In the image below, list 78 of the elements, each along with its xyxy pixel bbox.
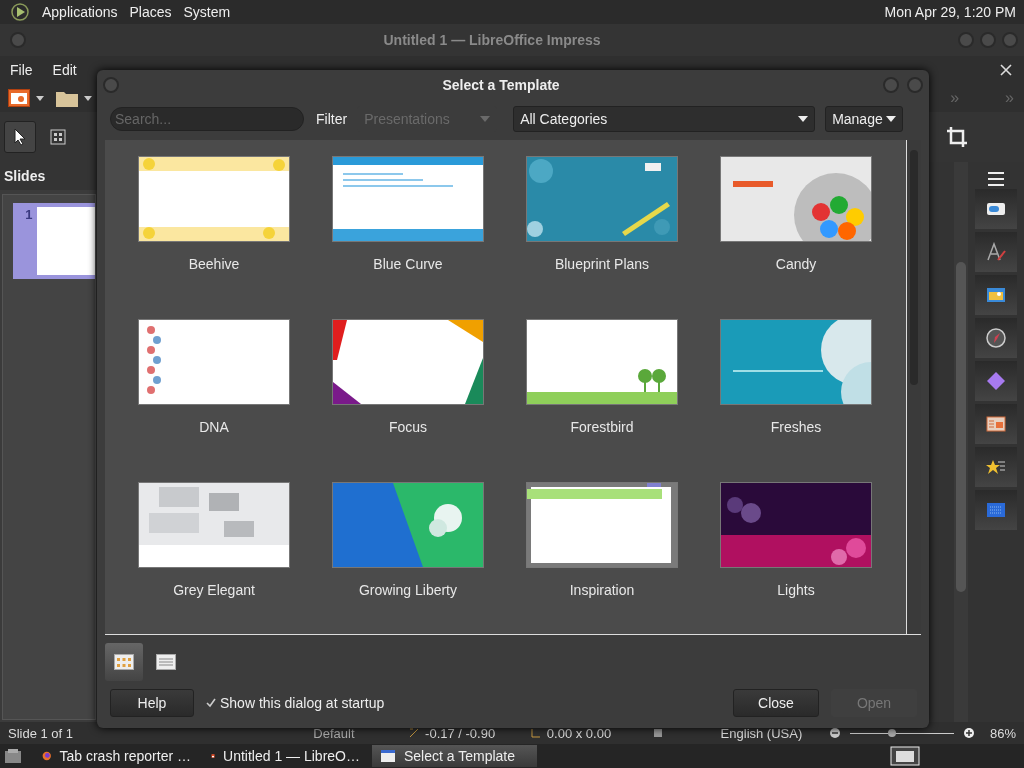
template-item[interactable]: Forestbird — [505, 319, 699, 443]
play-icon[interactable] — [10, 2, 30, 22]
template-item[interactable]: Grey Elegant — [117, 482, 311, 606]
window-icon — [380, 748, 396, 764]
template-item[interactable]: Freshes — [699, 319, 893, 443]
desktop-icon[interactable] — [4, 748, 22, 764]
panel-menu[interactable]: System — [183, 4, 231, 20]
template-item[interactable]: Blue Curve — [311, 156, 505, 280]
help-button[interactable]: Help — [110, 689, 194, 717]
language: English (USA) — [719, 725, 804, 741]
slide-layout-button[interactable] — [975, 404, 1017, 444]
slider-thumb[interactable] — [887, 728, 896, 737]
position-icon — [409, 728, 420, 738]
properties-button[interactable] — [975, 189, 1017, 229]
slide-icon — [986, 416, 1006, 432]
search-field[interactable]: Search... — [110, 107, 304, 131]
panel-menu[interactable]: Places — [129, 4, 172, 20]
taskbar-item[interactable]: Select a Template — [372, 745, 537, 767]
close-icon[interactable] — [1000, 64, 1012, 76]
diamond-icon — [986, 371, 1006, 391]
filter-label: Filter — [316, 111, 348, 127]
template-item[interactable]: Lights — [699, 482, 893, 606]
thumbnail-view-button[interactable] — [105, 643, 143, 681]
zoom-in-icon[interactable] — [964, 728, 974, 738]
slide-thumbnail[interactable]: 1 — [13, 203, 95, 279]
clock[interactable]: Mon Apr 29, 1:20 PM — [884, 4, 1016, 20]
object-size: 0.00 x 0.00 — [546, 725, 613, 741]
animation-button[interactable] — [975, 447, 1017, 487]
list-icon — [156, 654, 176, 670]
manage-button[interactable]: Manage — [825, 106, 904, 132]
pane-title: Slides — [0, 162, 98, 190]
menu-item[interactable]: Edit — [52, 62, 77, 78]
folder-icon[interactable] — [56, 89, 78, 107]
caret-icon[interactable] — [84, 95, 92, 101]
image-icon — [986, 287, 1006, 303]
caret-icon — [886, 116, 897, 122]
document-icon — [652, 728, 663, 738]
compass-button[interactable] — [975, 318, 1017, 358]
category-dropdown[interactable]: All Categories — [513, 106, 816, 132]
template-item[interactable]: Candy — [699, 156, 893, 280]
slide-counter: Slide 1 of 1 — [8, 725, 75, 741]
caret-icon — [480, 116, 491, 122]
template-item[interactable]: DNA — [117, 319, 311, 443]
grid-icon[interactable] — [50, 129, 66, 145]
compass-icon — [986, 328, 1006, 348]
panel-menu[interactable]: Applications — [42, 4, 118, 20]
grid-icon — [114, 654, 134, 670]
window-title: Untitled 1 — LibreOffice Impress — [382, 32, 602, 48]
toggle-icon — [986, 201, 1006, 217]
dialog-title: Select a Template — [441, 77, 561, 93]
cursor-position: -0.17 / -0.90 — [425, 725, 497, 741]
shapes-button[interactable] — [975, 361, 1017, 401]
caret-icon[interactable] — [36, 95, 44, 101]
pointer-icon — [14, 128, 26, 146]
screen-icon — [986, 502, 1006, 518]
taskbar-item[interactable]: Untitled 1 — LibreO… — [203, 745, 368, 767]
template-item[interactable]: Beehive — [117, 156, 311, 280]
dialog-button[interactable]: Close — [733, 689, 819, 717]
select-tool-button[interactable] — [4, 121, 36, 153]
zoom-out-icon[interactable] — [830, 728, 841, 738]
template-item[interactable]: Growing Liberty — [311, 482, 505, 606]
zoom-level: 86% — [990, 725, 1017, 741]
size-icon — [530, 728, 541, 738]
template-item[interactable]: Focus — [311, 319, 505, 443]
template-item[interactable]: Blueprint Plans — [505, 156, 699, 280]
menu-icon[interactable] — [988, 172, 1004, 186]
workspace-icon[interactable] — [890, 746, 920, 766]
layout-name: Default — [313, 725, 356, 741]
gallery-button[interactable] — [975, 275, 1017, 315]
letter-brush-icon — [986, 242, 1006, 262]
template-item[interactable]: Inspiration — [505, 482, 699, 606]
crop-icon[interactable] — [946, 126, 968, 148]
caret-icon — [798, 116, 809, 122]
presentation-icon[interactable] — [8, 89, 30, 107]
taskbar-item[interactable]: Tab crash reporter … — [34, 745, 199, 767]
transition-button[interactable] — [975, 490, 1017, 530]
menu-item[interactable]: File — [10, 62, 33, 78]
styles-button[interactable] — [975, 232, 1017, 272]
